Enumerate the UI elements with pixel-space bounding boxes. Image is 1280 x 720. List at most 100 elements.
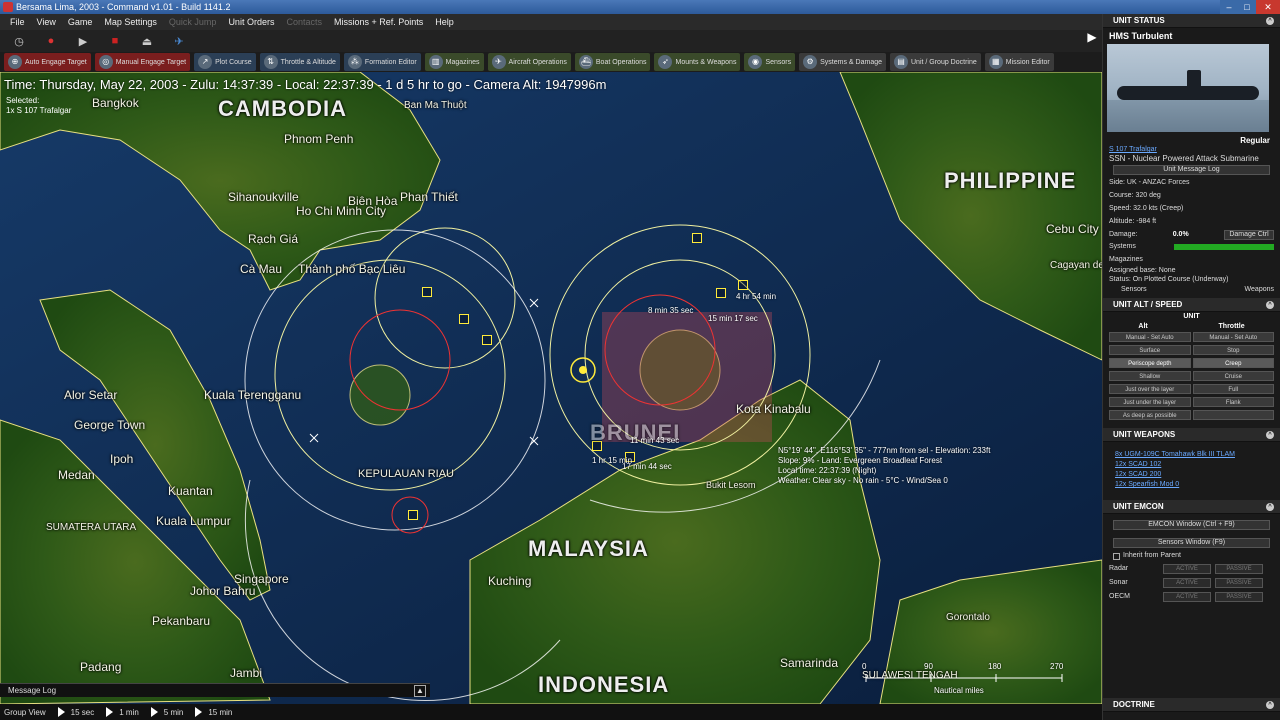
menu-quick-jump[interactable]: Quick Jump	[163, 14, 223, 30]
alt-option[interactable]: Manual - Set Auto	[1109, 332, 1191, 342]
collapse-icon[interactable]: ^	[1266, 17, 1274, 25]
maximize-icon[interactable]: □	[1238, 0, 1256, 14]
unit-marker[interactable]	[422, 287, 432, 297]
weapon-item[interactable]: 8x UGM-109C Tomahawk Blk III TLAM	[1115, 450, 1280, 460]
boat-operations-button[interactable]: ⛴ Boat Operations	[574, 53, 651, 71]
step-15min[interactable]: 15 min	[208, 708, 232, 717]
step-1min[interactable]: 1 min	[119, 708, 139, 717]
emcon-header[interactable]: UNIT EMCON ^	[1103, 500, 1280, 514]
inherit-checkbox[interactable]: Inherit from Parent	[1103, 550, 1280, 562]
throttle-option[interactable]: Full	[1192, 384, 1274, 394]
eject-icon[interactable]: ⏏	[136, 33, 158, 49]
play-icon[interactable]	[150, 707, 158, 717]
sonar-passive-button[interactable]: PASSIVE	[1215, 578, 1263, 588]
throttle-option-selected[interactable]: Creep	[1192, 358, 1274, 368]
clock-icon[interactable]: ◷	[8, 33, 30, 49]
alt-option[interactable]: Shallow	[1109, 371, 1191, 381]
unit-marker[interactable]	[692, 233, 702, 243]
alt-option-selected[interactable]: Periscope depth	[1109, 358, 1191, 368]
collapse-icon[interactable]: ^	[1266, 301, 1274, 309]
unit-altitude: Altitude: -984 ft	[1109, 218, 1157, 225]
unit-class-link[interactable]: S 107 Trafalgar	[1103, 145, 1280, 154]
oecm-passive-button[interactable]: PASSIVE	[1215, 592, 1263, 602]
sonar-active-button[interactable]: ACTIVE	[1163, 578, 1211, 588]
alt-speed-tab[interactable]: UNIT	[1103, 312, 1280, 322]
play-icon[interactable]	[57, 707, 65, 717]
doctrine-header[interactable]: DOCTRINE ^	[1103, 698, 1280, 712]
time-compression-bar: Group View 15 sec 1 min 5 min 15 min	[0, 704, 1102, 720]
menu-contacts[interactable]: Contacts	[280, 14, 328, 30]
menu-map-settings[interactable]: Map Settings	[98, 14, 163, 30]
unit-marker[interactable]	[408, 510, 418, 520]
collapse-icon[interactable]: ^	[1266, 431, 1274, 439]
systems-damage-button[interactable]: ⚙ Systems & Damage	[799, 53, 886, 71]
record-icon[interactable]: ●	[40, 33, 62, 49]
weapon-item[interactable]: 12x Spearfish Mod 0	[1115, 480, 1280, 490]
sensors-weapons-row: Sensors Weapons	[1103, 284, 1280, 296]
message-log-bar[interactable]: Message Log ▲	[0, 683, 430, 697]
unit-marker[interactable]	[459, 314, 469, 324]
step-15sec[interactable]: 15 sec	[71, 708, 95, 717]
step-5min[interactable]: 5 min	[164, 708, 184, 717]
unit-marker[interactable]	[738, 280, 748, 290]
mounts-weapons-button[interactable]: ➶ Mounts & Weapons	[654, 53, 741, 71]
play-icon[interactable]	[106, 707, 114, 717]
tactical-map[interactable]	[0, 72, 1102, 704]
throttle-option[interactable]: Flank	[1192, 397, 1274, 407]
alt-speed-header[interactable]: UNIT ALT / SPEED ^	[1103, 298, 1280, 312]
throttle-option[interactable]: Manual - Set Auto	[1192, 332, 1274, 342]
close-icon[interactable]: ✕	[1256, 0, 1280, 14]
manual-engage-button[interactable]: ◎ Manual Engage Target	[94, 53, 191, 71]
alt-option[interactable]: Just over the layer	[1109, 384, 1191, 394]
collapse-icon[interactable]: ^	[1266, 701, 1274, 709]
stop-icon[interactable]: ■	[104, 33, 126, 49]
menu-view[interactable]: View	[31, 14, 62, 30]
mission-editor-button[interactable]: ▦ Mission Editor	[984, 53, 1054, 71]
minimize-icon[interactable]: –	[1220, 0, 1238, 14]
menu-file[interactable]: File	[4, 14, 31, 30]
menu-help[interactable]: Help	[429, 14, 460, 30]
unit-marker[interactable]	[482, 335, 492, 345]
alt-option[interactable]: As deep as possible	[1109, 410, 1191, 420]
weapons-header[interactable]: UNIT WEAPONS ^	[1103, 428, 1280, 442]
sensors-button[interactable]: ◉ Sensors	[744, 53, 796, 71]
doctrine-button[interactable]: ▤ Unit / Group Doctrine	[890, 53, 981, 71]
radar-passive-button[interactable]: PASSIVE	[1215, 564, 1263, 574]
collapse-icon[interactable]: ^	[1266, 503, 1274, 511]
damage-control-button[interactable]: Damage Ctrl	[1224, 230, 1274, 240]
country-label-indonesia: INDONESIA	[538, 672, 670, 697]
toggle-panel-icon[interactable]: ▶	[1084, 30, 1100, 48]
play-icon[interactable]	[195, 707, 203, 717]
radar-active-button[interactable]: ACTIVE	[1163, 564, 1211, 574]
region-label-riau: KEPULAUAN RIAU	[358, 468, 454, 480]
throttle-option[interactable]: Cruise	[1192, 371, 1274, 381]
unit-message-log-button[interactable]: Unit Message Log	[1113, 165, 1270, 175]
weapons-link[interactable]: Weapons	[1245, 284, 1274, 296]
menu-unit-orders[interactable]: Unit Orders	[222, 14, 280, 30]
play-icon[interactable]: ▶	[72, 33, 94, 49]
checkbox-icon[interactable]	[1113, 552, 1120, 560]
plot-course-button[interactable]: ↗ Plot Course	[194, 53, 256, 71]
sensors-window-button[interactable]: Sensors Window (F9)	[1113, 538, 1270, 548]
aircraft-icon[interactable]: ✈	[168, 33, 190, 49]
unit-status-header[interactable]: UNIT STATUS ^	[1103, 14, 1280, 28]
weapon-item[interactable]: 12x SCAD 102	[1115, 460, 1280, 470]
menu-game[interactable]: Game	[62, 14, 99, 30]
aircraft-operations-button[interactable]: ✈ Aircraft Operations	[487, 53, 571, 71]
formation-editor-button[interactable]: ⁂ Formation Editor	[343, 53, 421, 71]
throttle-option[interactable]: Stop	[1192, 345, 1274, 355]
throttle-altitude-button[interactable]: ⇅ Throttle & Altitude	[259, 53, 340, 71]
city-label: Rạch Giá	[248, 232, 299, 246]
magazines-button[interactable]: ▥ Magazines	[424, 53, 484, 71]
alt-option[interactable]: Surface	[1109, 345, 1191, 355]
emcon-window-button[interactable]: EMCON Window (Ctrl + F9)	[1113, 520, 1270, 530]
unit-marker[interactable]	[716, 288, 726, 298]
expand-icon[interactable]: ▲	[414, 685, 426, 697]
auto-engage-button[interactable]: ⊕ Auto Engage Target	[4, 53, 91, 71]
menu-missions[interactable]: Missions + Ref. Points	[328, 14, 429, 30]
weapon-item[interactable]: 12x SCAD 200	[1115, 470, 1280, 480]
alt-option[interactable]: Just under the layer	[1109, 397, 1191, 407]
oecm-active-button[interactable]: ACTIVE	[1163, 592, 1211, 602]
sea-surface	[1107, 100, 1269, 132]
sensors-link[interactable]: Sensors	[1109, 284, 1147, 296]
